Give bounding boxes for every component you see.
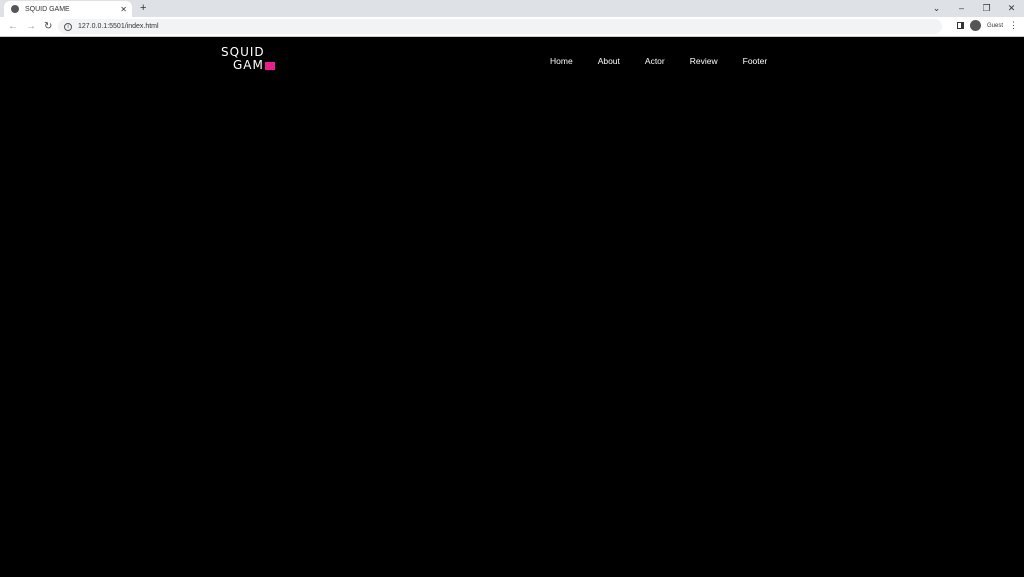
logo[interactable]: SQUID GAM	[221, 46, 275, 72]
minimize-button[interactable]: –	[949, 0, 974, 16]
back-icon[interactable]: ←	[8, 21, 18, 32]
tab-bar: SQUID GAME ✕ + ⌄ – ❐ ✕	[0, 0, 1024, 17]
close-tab-icon[interactable]: ✕	[120, 5, 127, 14]
restore-button[interactable]: ❐	[974, 0, 999, 16]
main-nav: Home About Actor Review Footer	[550, 56, 792, 66]
globe-icon	[11, 5, 19, 13]
info-icon[interactable]: i	[64, 22, 72, 31]
profile-label[interactable]: Guest	[987, 23, 1003, 29]
nav-actor[interactable]: Actor	[645, 56, 665, 66]
logo-square-icon	[264, 61, 275, 70]
side-panel-icon[interactable]	[956, 22, 964, 29]
nav-about[interactable]: About	[598, 56, 620, 66]
address-bar-row: ← → ↻ i 127.0.0.1:5501/index.html Guest …	[0, 17, 1024, 37]
logo-line2: GAM	[233, 58, 264, 72]
reload-icon[interactable]: ↻	[44, 21, 54, 32]
new-tab-button[interactable]: +	[140, 2, 146, 14]
forward-icon[interactable]: →	[26, 21, 36, 32]
page: SQUID GAM Home About Actor Review Footer	[0, 37, 1024, 576]
nav-footer[interactable]: Footer	[743, 56, 768, 66]
url-text: 127.0.0.1:5501/index.html	[78, 23, 159, 30]
tab-search-icon[interactable]: ⌄	[924, 0, 949, 16]
profile-avatar-icon[interactable]	[969, 20, 981, 31]
menu-icon[interactable]: ⋮	[1009, 20, 1018, 31]
tab-title: SQUID GAME	[25, 5, 70, 13]
browser-tab[interactable]: SQUID GAME ✕	[4, 1, 132, 17]
nav-review[interactable]: Review	[690, 56, 718, 66]
nav-home[interactable]: Home	[550, 56, 573, 66]
close-window-button[interactable]: ✕	[999, 0, 1024, 16]
url-input[interactable]: i 127.0.0.1:5501/index.html	[58, 19, 942, 34]
